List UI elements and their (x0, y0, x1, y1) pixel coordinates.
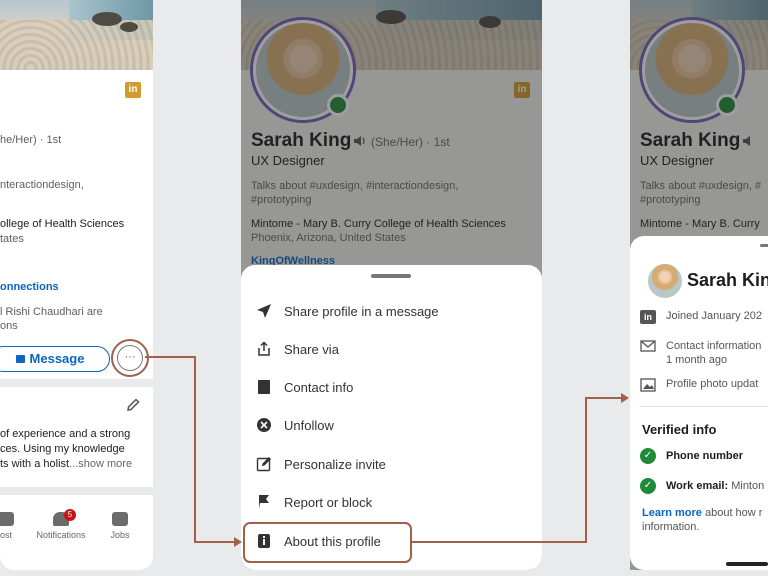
tab-jobs[interactable]: Jobs (106, 512, 134, 540)
linkedin-icon: in (640, 310, 656, 324)
pronoun-line: he/Her) · 1st (0, 134, 62, 146)
joined-row: in Joined January 202 (640, 310, 762, 324)
panel-divider (640, 406, 768, 407)
menu-label: Share via (284, 341, 339, 357)
about-text-line-3: ts with a holist...show more (0, 458, 133, 470)
notification-count-badge: 5 (64, 509, 76, 521)
talks-about-line: nteractiondesign, (0, 179, 84, 191)
send-icon (255, 302, 273, 320)
menu-label: Share profile in a message (284, 303, 439, 319)
menu-contact-info[interactable]: Contact info (255, 372, 525, 402)
about-text-line-2: ces. Using my knowledge (0, 443, 125, 455)
menu-label: Report or block (284, 494, 373, 510)
message-button-label: Message (29, 351, 85, 366)
linkedin-badge-icon: in (125, 82, 141, 98)
profile-screen-right: Sarah King UX Designer Talks about #uxde… (630, 0, 768, 570)
share-icon (255, 340, 273, 358)
about-profile-panel: Sarah Kin in Joined January 202 Contact … (630, 236, 768, 570)
location-line: tates (0, 233, 24, 245)
message-button[interactable]: Message (0, 346, 110, 372)
verified-check-icon: ✓ (640, 478, 656, 494)
post-icon (0, 512, 14, 526)
briefcase-icon (112, 512, 128, 526)
learn-more-link[interactable]: Learn more (642, 507, 702, 519)
panel-avatar (646, 262, 684, 300)
menu-report-block[interactable]: Report or block (255, 487, 525, 517)
tab-post[interactable]: ost (0, 512, 18, 540)
sheet-grabber[interactable] (371, 274, 411, 278)
profile-screen-middle: in Sarah King (She/Her) · 1st UX Designe… (241, 0, 542, 570)
connections-link[interactable]: onnections (0, 281, 59, 293)
contact-card-icon (255, 378, 273, 396)
menu-share-message[interactable]: Share profile in a message (255, 296, 525, 326)
verified-check-icon: ✓ (640, 448, 656, 464)
more-options-highlight (111, 339, 149, 377)
bottom-tab-bar: ost Notifications 5 Jobs (0, 500, 153, 570)
menu-share-via[interactable]: Share via (255, 334, 525, 364)
menu-personalize-invite[interactable]: Personalize invite (255, 449, 525, 479)
tab-notifications[interactable]: Notifications (30, 512, 92, 540)
mutual-connections-line-2: ons (0, 320, 18, 332)
lock-icon (15, 355, 25, 363)
menu-label: Contact info (284, 379, 354, 395)
mutual-connections-line: l Rishi Chaudhari are (0, 306, 103, 318)
tabbar-divider (0, 487, 153, 495)
show-more-link[interactable]: ...show more (69, 458, 132, 470)
menu-label: Personalize invite (284, 456, 386, 472)
profile-screen-left: in he/Her) · 1st nteractiondesign, olleg… (0, 0, 153, 570)
unfollow-icon (255, 416, 273, 434)
home-indicator (726, 562, 768, 566)
education-line: ollege of Health Sciences (0, 218, 125, 230)
profile-banner (0, 0, 153, 70)
panel-profile-name: Sarah Kin (687, 270, 768, 290)
menu-unfollow[interactable]: Unfollow (255, 410, 525, 440)
about-profile-highlight (243, 522, 412, 563)
menu-label: Unfollow (284, 417, 334, 433)
verified-info-title: Verified info (642, 422, 717, 437)
photo-updated-row: Profile photo updat (640, 378, 758, 392)
more-options-sheet: Share profile in a message Share via Con… (241, 265, 542, 570)
edit-pencil-icon[interactable] (126, 398, 140, 412)
verified-email-row: ✓ Work email: Minton (640, 478, 764, 494)
edit-icon (255, 455, 273, 473)
learn-more-text: Learn more about how r information. (642, 507, 763, 533)
panel-grabber[interactable] (760, 244, 768, 247)
contact-info-row: Contact information 1 month ago (640, 339, 761, 367)
image-icon (640, 378, 656, 392)
verified-phone-row: ✓ Phone number (640, 448, 743, 464)
envelope-icon (640, 339, 656, 353)
section-divider (0, 379, 153, 387)
flag-icon (255, 493, 273, 511)
about-text-line-1: of experience and a strong (0, 428, 131, 440)
